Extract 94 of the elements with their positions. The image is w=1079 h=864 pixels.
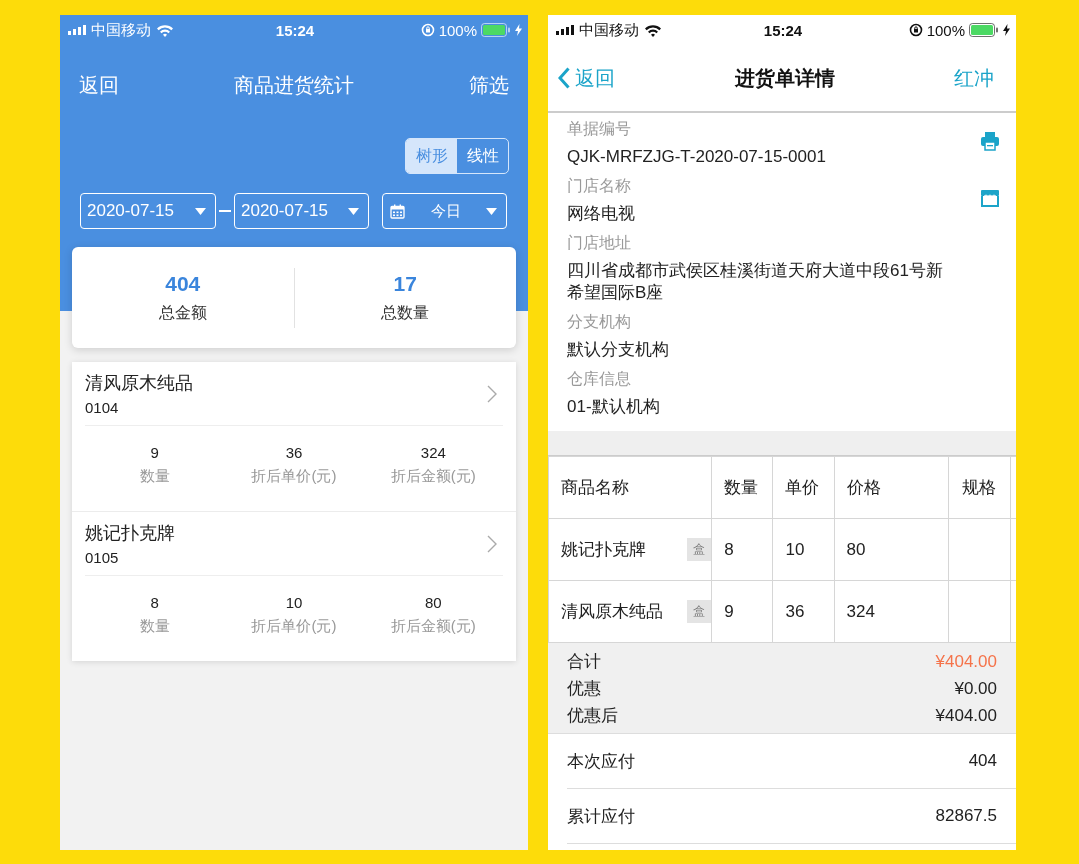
view-toggle-tab[interactable]: 线性 (457, 139, 508, 173)
caret-icon (195, 207, 206, 215)
field-value: 四川省成都市武侯区桂溪街道天府大道中段61号新希望国际B座 (567, 260, 944, 304)
charging-icon (1003, 24, 1010, 36)
metric-value: 10 (285, 594, 303, 611)
total-label: 优惠 (567, 678, 601, 700)
table-cell: 9 (711, 580, 773, 643)
metric-label: 折后金额(元) (390, 467, 476, 486)
unit-tag: 盒 (687, 538, 712, 561)
table-cell: 36 (772, 580, 835, 643)
product-code: 0105 (85, 549, 120, 566)
metric-value: 36 (285, 444, 303, 461)
field-label: 仓库信息 (567, 369, 632, 389)
column-header: 规格 (948, 456, 1011, 519)
caret-icon (348, 207, 359, 215)
product-name: 姚记扑克牌 (85, 522, 175, 545)
total-value: ¥404.00 (935, 651, 997, 672)
carrier-name: 中国移动 (579, 20, 639, 40)
filter-button[interactable]: 筛选 (469, 71, 509, 99)
chevron-right-icon (487, 384, 497, 403)
field-label: 门店地址 (567, 233, 632, 253)
print-button[interactable] (980, 131, 1000, 154)
battery-icon (969, 23, 999, 37)
signal-icon (68, 25, 86, 35)
caret-icon (486, 207, 497, 215)
payment-value: 82867.5 (935, 806, 997, 826)
column-header: 商品名称 (548, 456, 712, 519)
field-label: 单据编号 (567, 119, 632, 139)
carrier-name: 中国移动 (91, 20, 151, 40)
metric-label: 折后单价(元) (251, 467, 337, 486)
metric-label: 数量 (139, 467, 170, 486)
metric-label: 数量 (139, 617, 170, 636)
product-name: 清风原木纯品 (561, 601, 663, 623)
column-header: 数量 (711, 456, 773, 519)
payment-value: 404 (968, 751, 997, 771)
view-toggle-tab[interactable]: 树形 (406, 139, 457, 173)
product-code: 0104 (85, 399, 120, 416)
back-button[interactable]: 返回 (558, 64, 615, 92)
payment-label: 累计应付 (567, 805, 635, 828)
end-date-dropdown[interactable]: 2020-07-15 (234, 193, 369, 229)
product-card[interactable]: 姚记扑克牌 0105 8 数量 10 折后单价(元) 80 折后金额(元) (72, 512, 516, 661)
field-value: QJK-MRFZJG-T-2020-07-15-0001 (567, 146, 827, 168)
total-value: ¥0.00 (954, 678, 997, 699)
metric-value: 9 (150, 444, 159, 461)
chevron-right-icon (487, 534, 497, 553)
back-chevron-icon (558, 67, 570, 89)
metric-value: 324 (420, 444, 446, 461)
battery-percent: 100% (438, 21, 477, 39)
product-name: 姚记扑克牌 (561, 539, 646, 561)
printer-icon (980, 131, 1000, 151)
field-value: 01-默认机构 (567, 396, 661, 418)
calendar-icon (390, 203, 405, 219)
battery-icon (481, 23, 511, 37)
unit-tag: 盒 (687, 600, 712, 623)
table-cell: 80 (834, 518, 949, 581)
summary-value: 404 (165, 271, 201, 296)
back-button[interactable]: 返回 (79, 71, 119, 99)
metric-value: 8 (150, 594, 159, 611)
status-time: 15:24 (763, 21, 803, 39)
store-icon (980, 188, 1000, 208)
summary-label: 总金额 (158, 302, 207, 323)
table-cell: 10 (772, 518, 835, 581)
signal-icon (556, 25, 574, 35)
status-time: 15:24 (275, 21, 315, 39)
battery-percent: 100% (926, 21, 965, 39)
total-label: 合计 (567, 651, 601, 673)
metric-label: 折后单价(元) (251, 617, 337, 636)
metric-value: 80 (424, 594, 442, 611)
page-title: 商品进货统计 (234, 72, 354, 98)
field-label: 分支机构 (567, 312, 632, 332)
field-label: 门店名称 (567, 176, 632, 196)
column-header: 单价 (772, 456, 835, 519)
summary-label: 总数量 (381, 302, 430, 323)
payment-label: 本次应付 (567, 750, 635, 773)
reverse-button[interactable]: 红冲 (954, 64, 994, 92)
wifi-icon (644, 23, 662, 37)
table-cell: 8 (711, 518, 773, 581)
field-value: 默认分支机构 (567, 339, 670, 361)
rotation-lock-icon (420, 23, 435, 37)
column-header: 价格 (834, 456, 949, 519)
page-title: 进货单详情 (734, 65, 835, 91)
metric-label: 折后金额(元) (390, 617, 476, 636)
rotation-lock-icon (908, 23, 923, 37)
wifi-icon (156, 23, 174, 37)
period-dropdown[interactable]: 今日 (382, 193, 507, 229)
summary-value: 17 (393, 271, 417, 296)
total-label: 优惠后 (567, 705, 618, 727)
product-card[interactable]: 清风原木纯品 0104 9 数量 36 折后单价(元) 324 折后金额(元) (72, 362, 516, 511)
charging-icon (515, 24, 522, 36)
total-value: ¥404.00 (935, 705, 997, 726)
table-cell: 324 (834, 580, 949, 643)
product-name: 清风原木纯品 (85, 372, 193, 395)
field-value: 网络电视 (567, 203, 636, 225)
start-date-dropdown[interactable]: 2020-07-15 (80, 193, 216, 229)
